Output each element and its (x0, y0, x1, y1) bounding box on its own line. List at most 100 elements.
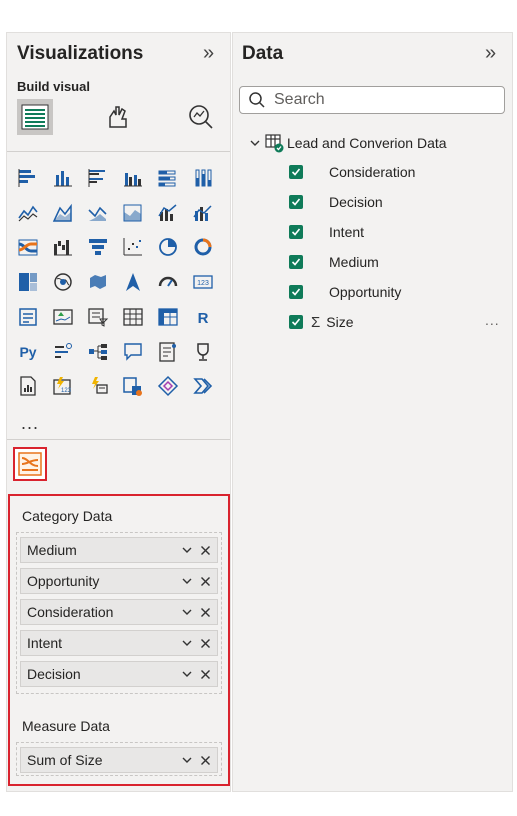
magnifier-chart-icon (189, 105, 213, 129)
expand-field-button[interactable] (178, 751, 196, 769)
stacked-area-chart-button[interactable] (85, 200, 111, 226)
area-chart-icon (52, 203, 72, 222)
chevron-down-icon (182, 609, 192, 615)
field-pill[interactable]: Medium (20, 537, 218, 563)
field-pill[interactable]: Intent (20, 630, 218, 656)
python-visual-button[interactable]: Py (15, 339, 41, 365)
area-chart-button[interactable] (50, 200, 76, 226)
field-pill[interactable]: Opportunity (20, 568, 218, 594)
field-checkbox[interactable] (289, 285, 303, 299)
analytics-mode-button[interactable] (183, 99, 219, 135)
field-checkbox[interactable] (289, 225, 303, 239)
remove-field-button[interactable] (196, 634, 214, 652)
field-pill[interactable]: Decision (20, 661, 218, 687)
custom-visual-a-icon (123, 377, 142, 397)
chevron-down-icon[interactable] (249, 137, 261, 149)
remove-field-button[interactable] (196, 751, 214, 769)
field-checkbox[interactable] (289, 255, 303, 269)
100-stacked-area-chart-button[interactable] (120, 200, 146, 226)
gauge-button[interactable] (155, 269, 181, 295)
azure-map-button[interactable] (120, 269, 146, 295)
more-visuals-button[interactable]: ... (21, 413, 39, 434)
field-pill[interactable]: Consideration (20, 599, 218, 625)
qa-visual-icon (124, 342, 142, 361)
table-icon (265, 134, 284, 153)
stacked-bar-chart-button[interactable] (15, 165, 41, 191)
measure-data-well[interactable]: Sum of Size (16, 742, 222, 776)
kpi-button[interactable] (50, 304, 76, 330)
smart-narrative-button[interactable] (155, 339, 181, 365)
funnel-chart-icon (89, 239, 107, 256)
ribbon-chart-icon (18, 239, 38, 256)
expand-field-button[interactable] (178, 572, 196, 590)
custom-visual-b-button[interactable] (155, 373, 181, 399)
field-item[interactable]: Consideration (289, 161, 415, 183)
funnel-chart-button[interactable] (85, 234, 111, 260)
map-button[interactable] (50, 269, 76, 295)
remove-field-button[interactable] (196, 541, 214, 559)
category-data-well[interactable]: Medium Opportunity Consideration Intent Deci… (16, 532, 222, 694)
filled-map-button[interactable] (85, 269, 111, 295)
treemap-button[interactable] (15, 269, 41, 295)
r-script-visual-button[interactable]: R (190, 304, 216, 330)
field-checkbox[interactable] (289, 315, 303, 329)
paginated-report-button[interactable] (15, 373, 41, 399)
field-item[interactable]: Intent (289, 221, 364, 243)
format-visual-mode-button[interactable] (101, 99, 137, 135)
stacked-column-chart-button[interactable] (50, 165, 76, 191)
matrix-button[interactable] (155, 304, 181, 330)
double-chevron-right-icon[interactable]: » (485, 42, 496, 65)
kpi-icon (53, 309, 73, 325)
search-box[interactable] (239, 86, 505, 114)
card-button[interactable]: 123 (190, 269, 216, 295)
double-chevron-right-icon[interactable]: » (203, 42, 214, 65)
slicer-button[interactable] (85, 304, 111, 330)
100-stacked-column-chart-button[interactable] (190, 165, 216, 191)
power-automate-button[interactable] (85, 373, 111, 399)
line-clustered-column-chart-button[interactable] (155, 200, 181, 226)
line-stacked-column-chart-button[interactable] (190, 200, 216, 226)
expand-field-button[interactable] (178, 603, 196, 621)
field-pill-label: Decision (27, 666, 81, 682)
key-influencers-button[interactable] (50, 339, 76, 365)
expand-field-button[interactable] (178, 541, 196, 559)
field-pill-label: Consideration (27, 604, 114, 620)
multi-row-card-button[interactable] (15, 304, 41, 330)
field-pill[interactable]: Sum of Size (20, 747, 218, 773)
remove-field-button[interactable] (196, 665, 214, 683)
ribbon-chart-button[interactable] (15, 234, 41, 260)
donut-chart-button[interactable] (190, 234, 216, 260)
expand-field-button[interactable] (178, 634, 196, 652)
line-chart-button[interactable] (15, 200, 41, 226)
custom-visual-a-button[interactable] (120, 373, 146, 399)
sankey-custom-visual-button[interactable] (13, 447, 47, 481)
metrics-button[interactable] (190, 339, 216, 365)
pie-chart-button[interactable] (155, 234, 181, 260)
matrix-icon (158, 308, 178, 326)
custom-visual-c-button[interactable] (190, 373, 216, 399)
power-apps-button[interactable]: 123 (50, 373, 76, 399)
table-button[interactable] (120, 304, 146, 330)
waterfall-chart-button[interactable] (50, 234, 76, 260)
decomposition-tree-button[interactable] (85, 339, 111, 365)
field-item[interactable]: Medium (289, 251, 379, 273)
field-item[interactable]: Opportunity (289, 281, 401, 303)
clustered-bar-chart-button[interactable] (85, 165, 111, 191)
field-more-options-button[interactable]: ... (485, 312, 500, 328)
field-label: Consideration (329, 164, 416, 180)
search-input[interactable] (272, 90, 496, 110)
field-checkbox[interactable] (289, 165, 303, 179)
build-visual-mode-button[interactable] (17, 99, 53, 135)
field-checkbox[interactable] (289, 195, 303, 209)
qa-visual-button[interactable] (120, 339, 146, 365)
field-label: Intent (329, 224, 365, 240)
remove-field-button[interactable] (196, 572, 214, 590)
expand-field-button[interactable] (178, 665, 196, 683)
100-stacked-bar-chart-button[interactable] (155, 165, 181, 191)
remove-field-button[interactable] (196, 603, 214, 621)
table-node[interactable]: Lead and Converion Data (249, 133, 447, 153)
scatter-chart-button[interactable] (120, 234, 146, 260)
clustered-column-chart-button[interactable] (120, 165, 146, 191)
field-item[interactable]: Decision (289, 191, 383, 213)
field-item[interactable]: Σ Size (289, 311, 354, 333)
